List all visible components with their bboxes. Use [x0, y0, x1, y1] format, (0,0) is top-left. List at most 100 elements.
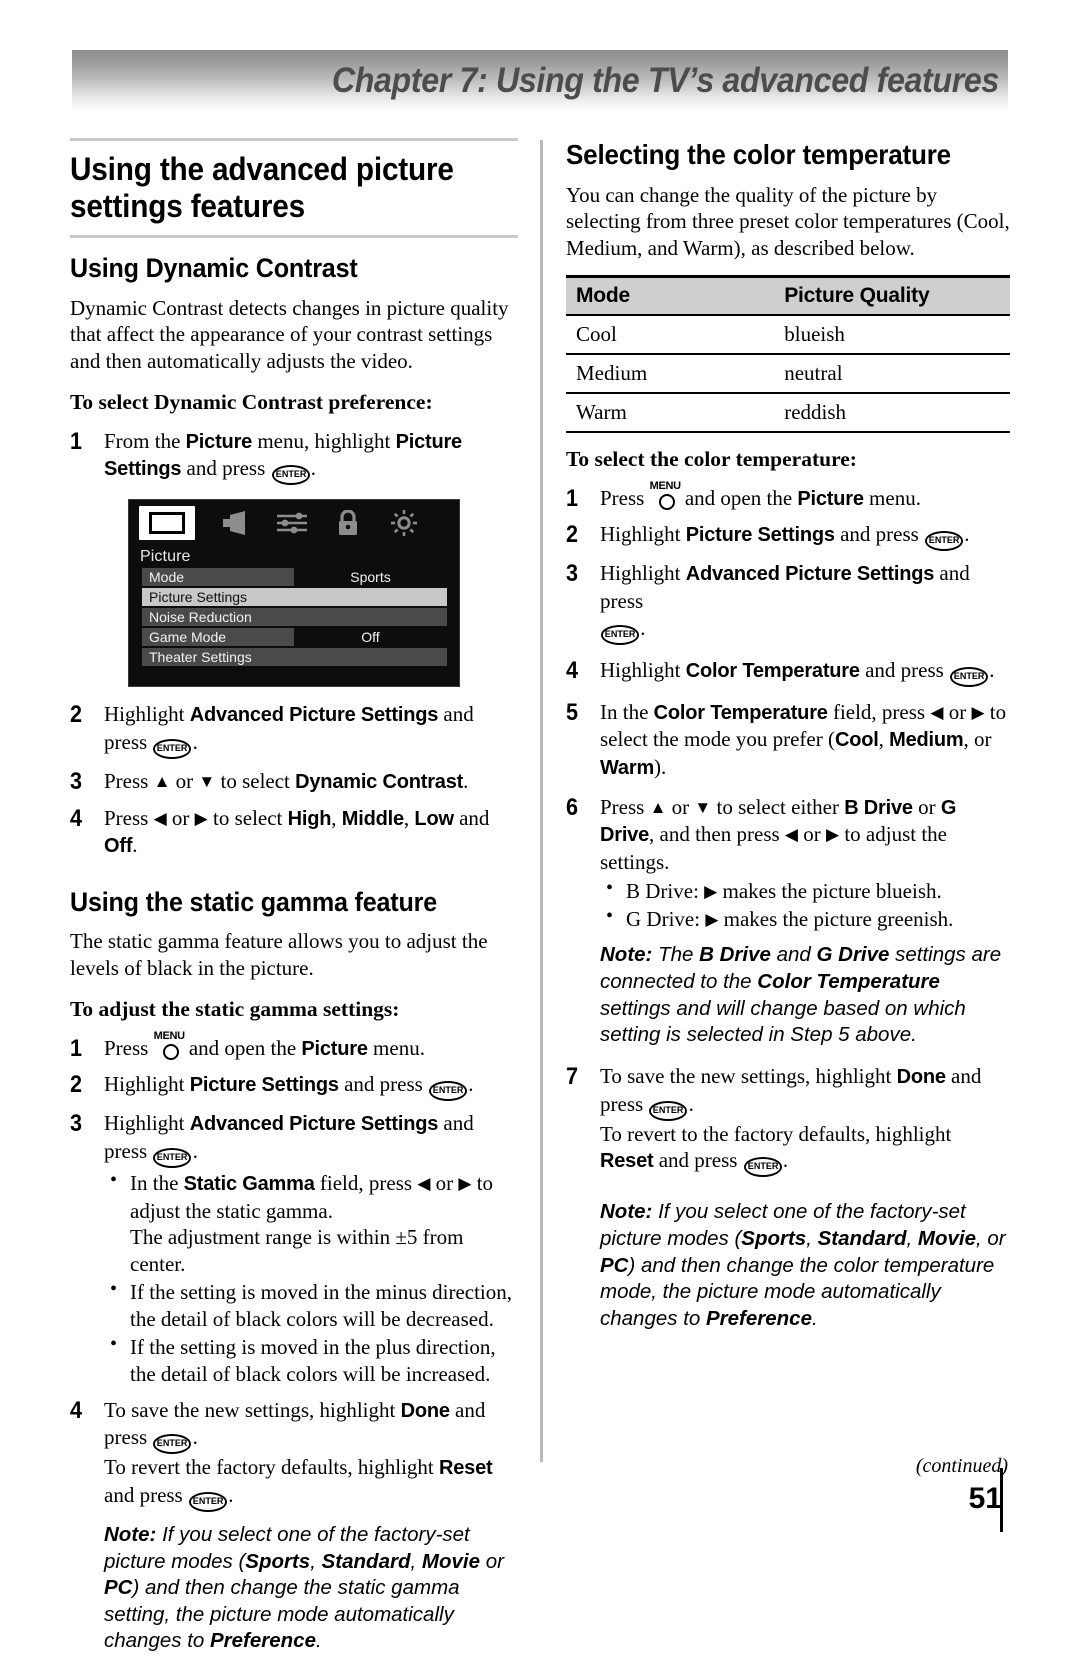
heading-rule-bottom [70, 235, 518, 239]
note-color-temperature: Note: If you select one of the factory-s… [600, 1199, 1010, 1332]
ui-term-pc: PC [600, 1253, 629, 1277]
step-text: Highlight [104, 1111, 190, 1136]
step-text: , [878, 727, 890, 752]
ui-term-warm: Warm [600, 757, 655, 779]
bullet-text: makes the picture blueish. [717, 878, 942, 903]
dynamic-contrast-body: Dynamic Contrast detects changes in pict… [70, 295, 509, 373]
bullet-text: G Drive: [626, 906, 706, 931]
page-number: 51 [968, 1482, 1002, 1515]
ui-term-done: Done [400, 1399, 450, 1422]
ui-term-done: Done [896, 1065, 946, 1088]
note-text: settings and will change based on which … [600, 996, 966, 1047]
step-text: From the [104, 428, 186, 453]
arrow-left-icon: ◀ [153, 808, 167, 828]
step-text: To save the new settings, highlight [104, 1397, 401, 1422]
step-text: field, press [827, 699, 931, 724]
ui-term-middle: Middle [341, 807, 404, 830]
step-text: and press [338, 1072, 429, 1097]
osd-row-mode[interactable]: Mode Sports [142, 568, 455, 587]
osd-row-noise-reduction[interactable]: Noise Reduction [142, 608, 455, 627]
steps-dynamic-contrast: 1 From the Picture menu, highlight Pictu… [70, 428, 518, 486]
brightness-icon[interactable] [389, 508, 419, 538]
enter-key-icon: ENTER [925, 531, 964, 552]
heading-dynamic-contrast: Using Dynamic Contrast [70, 253, 358, 284]
step-number: 2 [70, 701, 83, 729]
bullet-text: In the [130, 1171, 184, 1196]
step-number: 1 [70, 427, 83, 455]
drive-bullets: B Drive: ▶ makes the picture blueish. G … [600, 876, 1010, 933]
step-text: , and then press [649, 822, 785, 847]
bullet-text: makes the picture greenish. [718, 906, 954, 931]
ui-term-reset: Reset [439, 1457, 493, 1480]
step-text: and open the [679, 485, 798, 510]
left-column: Using the advanced picture settings feat… [70, 138, 518, 1664]
lock-icon[interactable] [333, 508, 363, 538]
procedure-title-dynamic-contrast: To select Dynamic Contrast preference: [70, 389, 433, 414]
ui-term-picture-settings: Picture Settings [189, 1074, 339, 1097]
note-text: , [906, 1227, 918, 1251]
ui-term-cool: Cool [834, 729, 879, 752]
step-text: To save the new settings, highlight [600, 1063, 897, 1088]
step-text: or [666, 794, 695, 819]
step-text: or [170, 768, 199, 793]
note-label: Note: [600, 943, 653, 967]
speaker-icon[interactable] [221, 508, 251, 538]
step-number: 4 [70, 1396, 83, 1424]
table-cell-mode: Medium [566, 353, 771, 394]
right-column: Selecting the color temperature You can … [566, 138, 1010, 1342]
osd-row-game-mode[interactable]: Game Mode Off [142, 628, 455, 647]
sliders-icon[interactable] [277, 508, 307, 538]
step-text: Highlight [104, 1072, 190, 1097]
osd-row-value: Sports [294, 568, 447, 587]
osd-row-theater-settings[interactable]: Theater Settings [142, 648, 455, 667]
ui-term-high: High [287, 807, 332, 830]
ui-term-b-drive: B Drive [844, 796, 913, 819]
step-number: 6 [566, 793, 579, 821]
step-text: and press [104, 1482, 188, 1507]
enter-key-icon: ENTER [188, 1491, 228, 1512]
table-cell-quality: reddish [770, 392, 1010, 433]
ui-term-sports: Sports [245, 1549, 311, 1573]
step-item: 4 To save the new settings, highlight Do… [70, 1397, 518, 1655]
ui-term-static-gamma: Static Gamma [183, 1173, 315, 1196]
ui-term-low: Low [414, 807, 454, 830]
ui-term-advanced-picture-settings: Advanced Picture Settings [685, 563, 935, 586]
tv-osd-screenshot: Picture Mode Sports Picture Settings Noi… [128, 499, 460, 688]
osd-row-label: Game Mode [142, 628, 294, 647]
step-text: to select [215, 768, 296, 793]
picture-icon[interactable] [139, 506, 195, 541]
step-text: Highlight [600, 522, 686, 547]
list-item: B Drive: ▶ makes the picture blueish. [600, 876, 1010, 905]
ui-term-movie: Movie [421, 1549, 480, 1573]
bullet-text: B Drive: [626, 878, 705, 903]
arrow-right-icon: ▶ [826, 825, 840, 845]
step-item: 3 Press ▲ or ▼ to select Dynamic Contras… [70, 768, 518, 796]
arrow-right-icon: ▶ [971, 702, 985, 722]
ui-term-movie: Movie [917, 1227, 976, 1251]
step-substep: To revert to the factory defaults, highl… [600, 1121, 1010, 1178]
step-text: and press [859, 657, 950, 682]
step-number: 2 [70, 1071, 83, 1099]
step-number: 3 [70, 1110, 83, 1138]
step-text: to select either [711, 794, 845, 819]
enter-key-icon: ENTER [429, 1081, 468, 1102]
osd-row-label: Noise Reduction [142, 608, 447, 627]
arrow-left-icon: ◀ [417, 1174, 431, 1194]
ui-term-medium: Medium [889, 729, 964, 752]
note-static-gamma: Note: If you select one of the factory-s… [104, 1522, 518, 1655]
heading-static-gamma: Using the static gamma feature [70, 886, 438, 917]
procedure-title-static-gamma: To adjust the static gamma settings: [70, 997, 400, 1022]
step-text: and [453, 805, 490, 830]
step-text: Highlight [104, 702, 190, 727]
note-text: , [410, 1549, 422, 1573]
note-text: The [652, 943, 700, 967]
ui-term-off: Off [104, 835, 133, 858]
osd-row-picture-settings[interactable]: Picture Settings [142, 588, 455, 607]
note-drive-settings: Note: The B Drive and G Drive settings a… [600, 942, 1010, 1049]
bullet-text: or [430, 1171, 459, 1196]
ui-term-dynamic-contrast: Dynamic Contrast [295, 770, 464, 793]
note-text: . [811, 1307, 818, 1330]
step-text: or [798, 822, 826, 847]
note-text: , or [976, 1227, 1006, 1251]
osd-row-label: Picture Settings [142, 588, 447, 607]
